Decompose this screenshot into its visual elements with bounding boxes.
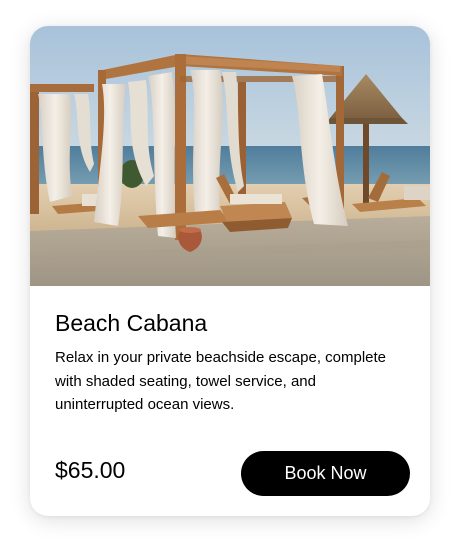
book-now-button[interactable]: Book Now: [241, 451, 410, 496]
price-label: $65.00: [55, 457, 126, 483]
card-title: Beach Cabana: [55, 310, 208, 336]
product-card: Beach Cabana Relax in your private beach…: [30, 26, 430, 516]
cabana-photo: [30, 26, 430, 286]
card-description: Relax in your private beachside escape, …: [55, 349, 387, 413]
